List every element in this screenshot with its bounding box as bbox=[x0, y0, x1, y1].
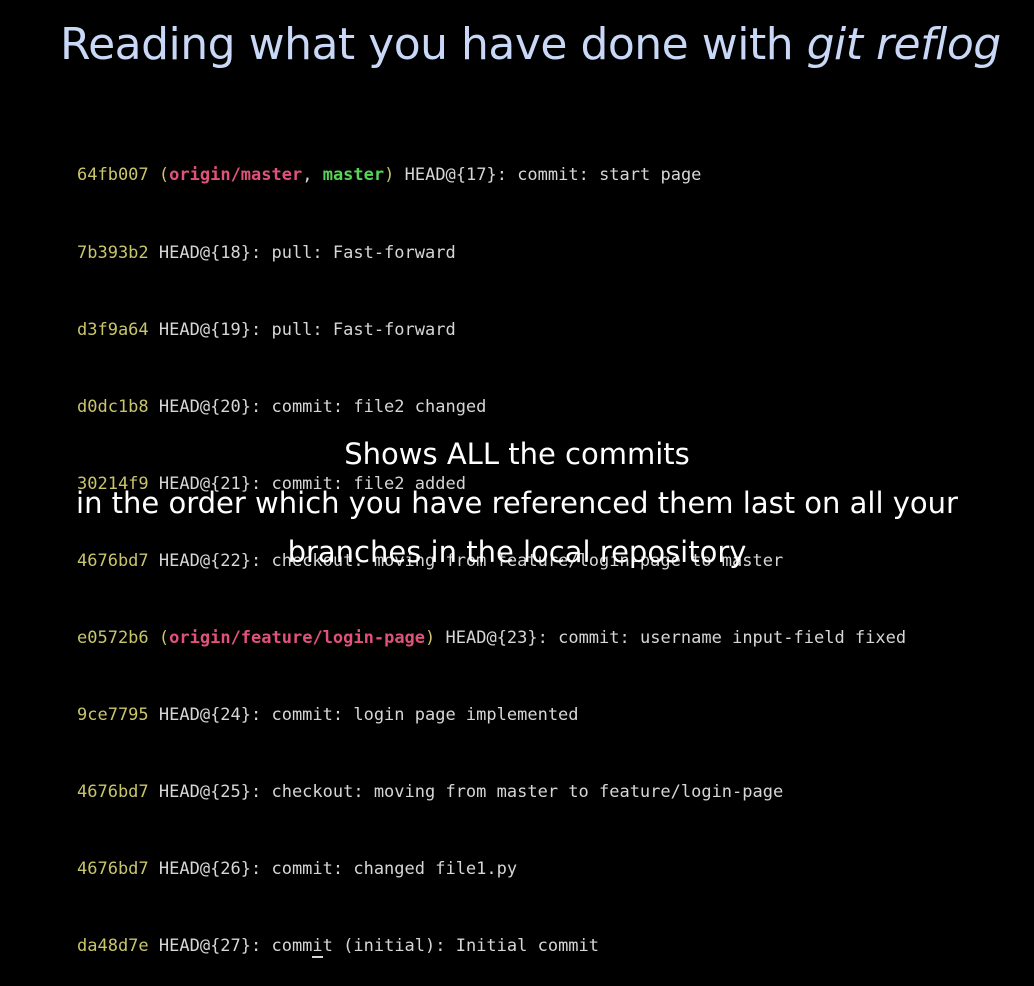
ref-separator: , bbox=[302, 165, 323, 186]
reflog-line: da48d7e HEAD@{27}: commit (initial): Ini… bbox=[77, 934, 977, 960]
ref-close-paren: ) bbox=[384, 165, 395, 186]
reflog-line: 4676bd7 HEAD@{25}: checkout: moving from… bbox=[77, 780, 977, 806]
text-cursor: i bbox=[312, 934, 323, 960]
reflog-entry-text: HEAD@{19}: pull: Fast-forward bbox=[148, 319, 456, 340]
commit-hash: d0dc1b8 bbox=[77, 396, 149, 417]
reflog-entry-text: HEAD@{18}: pull: Fast-forward bbox=[148, 242, 456, 263]
commit-hash: 4676bd7 bbox=[77, 859, 149, 880]
reflog-entry-text: HEAD@{25}: checkout: moving from master … bbox=[148, 782, 784, 803]
reflog-entry-text: HEAD@{20}: commit: file2 changed bbox=[148, 396, 487, 417]
reflog-entry-text: HEAD@{24}: commit: login page implemente… bbox=[148, 705, 579, 726]
reflog-entry-text: HEAD@{17}: commit: start page bbox=[394, 165, 702, 186]
commit-hash: 7b393b2 bbox=[77, 242, 149, 263]
caption-line-3: branches in the local repository bbox=[287, 535, 747, 569]
ref-name: origin/feature/login-page bbox=[169, 627, 426, 648]
reflog-line: d3f9a64 HEAD@{19}: pull: Fast-forward bbox=[77, 318, 977, 344]
reflog-line: d0dc1b8 HEAD@{20}: commit: file2 changed bbox=[77, 395, 977, 421]
reflog-entry-text: HEAD@{26}: commit: changed file1.py bbox=[148, 859, 518, 880]
commit-hash: e0572b6 bbox=[77, 627, 149, 648]
commit-hash: 9ce7795 bbox=[77, 705, 149, 726]
slide-caption: Shows ALL the commits in the order which… bbox=[0, 430, 1034, 577]
title-prefix: Reading what you have done with bbox=[60, 19, 807, 70]
ref-name: master bbox=[322, 165, 385, 186]
ref-close-paren: ) bbox=[425, 627, 436, 648]
reflog-line: e0572b6 (origin/feature/login-page) HEAD… bbox=[77, 626, 977, 652]
ref-open-paren: ( bbox=[158, 627, 170, 648]
reflog-entry-text-rest: t (initial): Initial commit bbox=[322, 936, 600, 957]
ref-name: origin/master bbox=[169, 165, 303, 186]
commit-hash: 64fb007 bbox=[77, 165, 149, 186]
reflog-line: 7b393b2 HEAD@{18}: pull: Fast-forward bbox=[77, 241, 977, 267]
commit-hash: d3f9a64 bbox=[77, 319, 149, 340]
reflog-line: 4676bd7 HEAD@{26}: commit: changed file1… bbox=[77, 857, 977, 883]
commit-hash: 4676bd7 bbox=[77, 782, 149, 803]
reflog-entry-text: HEAD@{27}: comm bbox=[148, 936, 313, 957]
slide-title: Reading what you have done with git refl… bbox=[60, 14, 1020, 76]
caption-line-2: in the order which you have referenced t… bbox=[76, 486, 958, 520]
ref-open-paren: ( bbox=[158, 165, 170, 186]
reflog-line: 64fb007 (origin/master, master) HEAD@{17… bbox=[77, 163, 977, 189]
reflog-entry-text: HEAD@{23}: commit: username input-field … bbox=[435, 627, 907, 648]
commit-hash: da48d7e bbox=[77, 936, 149, 957]
title-command: git reflog bbox=[806, 19, 1002, 70]
reflog-line: 9ce7795 HEAD@{24}: commit: login page im… bbox=[77, 703, 977, 729]
caption-line-1: Shows ALL the commits bbox=[344, 437, 690, 471]
